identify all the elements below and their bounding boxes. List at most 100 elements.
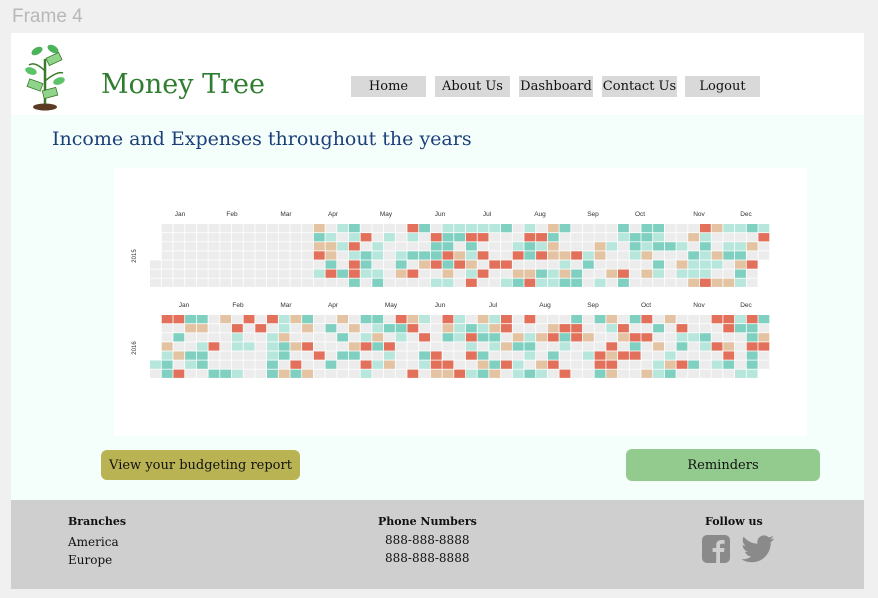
heatmap-day-cell[interactable] xyxy=(477,260,489,269)
heatmap-day-cell[interactable] xyxy=(360,233,372,242)
heatmap-day-cell[interactable] xyxy=(618,233,629,242)
nav-about-button[interactable]: About Us xyxy=(435,76,510,97)
heatmap-day-cell[interactable] xyxy=(629,242,641,251)
heatmap-day-cell[interactable] xyxy=(664,242,676,251)
branch-america-link[interactable]: America xyxy=(68,535,119,549)
heatmap-day-cell[interactable] xyxy=(267,369,278,378)
heatmap-day-cell[interactable] xyxy=(302,224,313,233)
heatmap-day-cell[interactable] xyxy=(196,369,208,378)
heatmap-day-cell[interactable] xyxy=(407,269,419,278)
heatmap-day-cell[interactable] xyxy=(711,260,723,269)
heatmap-day-cell[interactable] xyxy=(594,224,606,233)
heatmap-day-cell[interactable] xyxy=(571,324,583,333)
heatmap-day-cell[interactable] xyxy=(489,269,501,278)
heatmap-day-cell[interactable] xyxy=(454,278,466,287)
heatmap-day-cell[interactable] xyxy=(582,333,594,342)
heatmap-day-cell[interactable] xyxy=(641,369,653,378)
heatmap-day-cell[interactable] xyxy=(618,369,629,378)
heatmap-day-cell[interactable] xyxy=(618,315,629,324)
heatmap-day-cell[interactable] xyxy=(735,333,746,342)
heatmap-day-cell[interactable] xyxy=(735,233,746,242)
heatmap-day-cell[interactable] xyxy=(313,233,325,242)
heatmap-day-cell[interactable] xyxy=(582,278,594,287)
heatmap-day-cell[interactable] xyxy=(302,278,313,287)
heatmap-day-cell[interactable] xyxy=(489,233,501,242)
heatmap-day-cell[interactable] xyxy=(676,369,688,378)
heatmap-day-cell[interactable] xyxy=(676,351,688,360)
nav-logout-button[interactable]: Logout xyxy=(685,76,760,97)
heatmap-day-cell[interactable] xyxy=(407,333,419,342)
heatmap-day-cell[interactable] xyxy=(267,351,278,360)
heatmap-day-cell[interactable] xyxy=(699,260,711,269)
heatmap-day-cell[interactable] xyxy=(384,242,395,251)
heatmap-day-cell[interactable] xyxy=(454,242,466,251)
heatmap-day-cell[interactable] xyxy=(220,315,232,324)
heatmap-day-cell[interactable] xyxy=(430,333,442,342)
heatmap-day-cell[interactable] xyxy=(524,315,536,324)
heatmap-day-cell[interactable] xyxy=(243,324,255,333)
heatmap-day-cell[interactable] xyxy=(465,251,477,260)
heatmap-day-cell[interactable] xyxy=(547,260,559,269)
heatmap-day-cell[interactable] xyxy=(220,333,232,342)
heatmap-day-cell[interactable] xyxy=(419,342,430,351)
heatmap-day-cell[interactable] xyxy=(243,278,255,287)
heatmap-day-cell[interactable] xyxy=(582,233,594,242)
heatmap-day-cell[interactable] xyxy=(430,251,442,260)
heatmap-day-cell[interactable] xyxy=(243,242,255,251)
heatmap-day-cell[interactable] xyxy=(512,315,524,324)
heatmap-day-cell[interactable] xyxy=(559,333,571,342)
heatmap-day-cell[interactable] xyxy=(559,251,571,260)
heatmap-day-cell[interactable] xyxy=(313,251,325,260)
heatmap-day-cell[interactable] xyxy=(302,342,313,351)
heatmap-day-cell[interactable] xyxy=(196,278,208,287)
heatmap-day-cell[interactable] xyxy=(594,360,606,369)
heatmap-day-cell[interactable] xyxy=(501,315,512,324)
heatmap-day-cell[interactable] xyxy=(220,342,232,351)
heatmap-day-cell[interactable] xyxy=(278,269,290,278)
heatmap-day-cell[interactable] xyxy=(489,324,501,333)
heatmap-day-cell[interactable] xyxy=(360,342,372,351)
heatmap-day-cell[interactable] xyxy=(360,351,372,360)
heatmap-day-cell[interactable] xyxy=(419,315,430,324)
heatmap-day-cell[interactable] xyxy=(489,242,501,251)
heatmap-day-cell[interactable] xyxy=(325,224,337,233)
heatmap-day-cell[interactable] xyxy=(185,251,196,260)
heatmap-day-cell[interactable] xyxy=(618,278,629,287)
heatmap-day-cell[interactable] xyxy=(559,351,571,360)
heatmap-day-cell[interactable] xyxy=(512,242,524,251)
heatmap-day-cell[interactable] xyxy=(571,333,583,342)
heatmap-day-cell[interactable] xyxy=(395,333,407,342)
heatmap-day-cell[interactable] xyxy=(267,333,278,342)
heatmap-day-cell[interactable] xyxy=(512,369,524,378)
heatmap-day-cell[interactable] xyxy=(419,278,430,287)
heatmap-day-cell[interactable] xyxy=(723,315,735,324)
heatmap-day-cell[interactable] xyxy=(407,342,419,351)
heatmap-day-cell[interactable] xyxy=(735,315,746,324)
heatmap-day-cell[interactable] xyxy=(641,324,653,333)
heatmap-day-cell[interactable] xyxy=(337,360,349,369)
heatmap-day-cell[interactable] xyxy=(302,269,313,278)
heatmap-day-cell[interactable] xyxy=(173,269,185,278)
heatmap-day-cell[interactable] xyxy=(325,278,337,287)
heatmap-day-cell[interactable] xyxy=(606,269,618,278)
heatmap-day-cell[interactable] xyxy=(618,333,629,342)
heatmap-day-cell[interactable] xyxy=(419,233,430,242)
heatmap-day-cell[interactable] xyxy=(735,260,746,269)
heatmap-day-cell[interactable] xyxy=(547,342,559,351)
heatmap-day-cell[interactable] xyxy=(325,333,337,342)
heatmap-day-cell[interactable] xyxy=(501,369,512,378)
heatmap-day-cell[interactable] xyxy=(161,315,173,324)
heatmap-day-cell[interactable] xyxy=(161,269,173,278)
heatmap-day-cell[interactable] xyxy=(231,342,243,351)
heatmap-day-cell[interactable] xyxy=(384,369,395,378)
heatmap-day-cell[interactable] xyxy=(618,251,629,260)
heatmap-day-cell[interactable] xyxy=(407,233,419,242)
heatmap-day-cell[interactable] xyxy=(594,369,606,378)
heatmap-day-cell[interactable] xyxy=(348,315,360,324)
heatmap-day-cell[interactable] xyxy=(243,360,255,369)
heatmap-day-cell[interactable] xyxy=(442,224,454,233)
heatmap-day-cell[interactable] xyxy=(185,224,196,233)
heatmap-day-cell[interactable] xyxy=(454,342,466,351)
heatmap-day-cell[interactable] xyxy=(606,369,618,378)
heatmap-day-cell[interactable] xyxy=(664,278,676,287)
